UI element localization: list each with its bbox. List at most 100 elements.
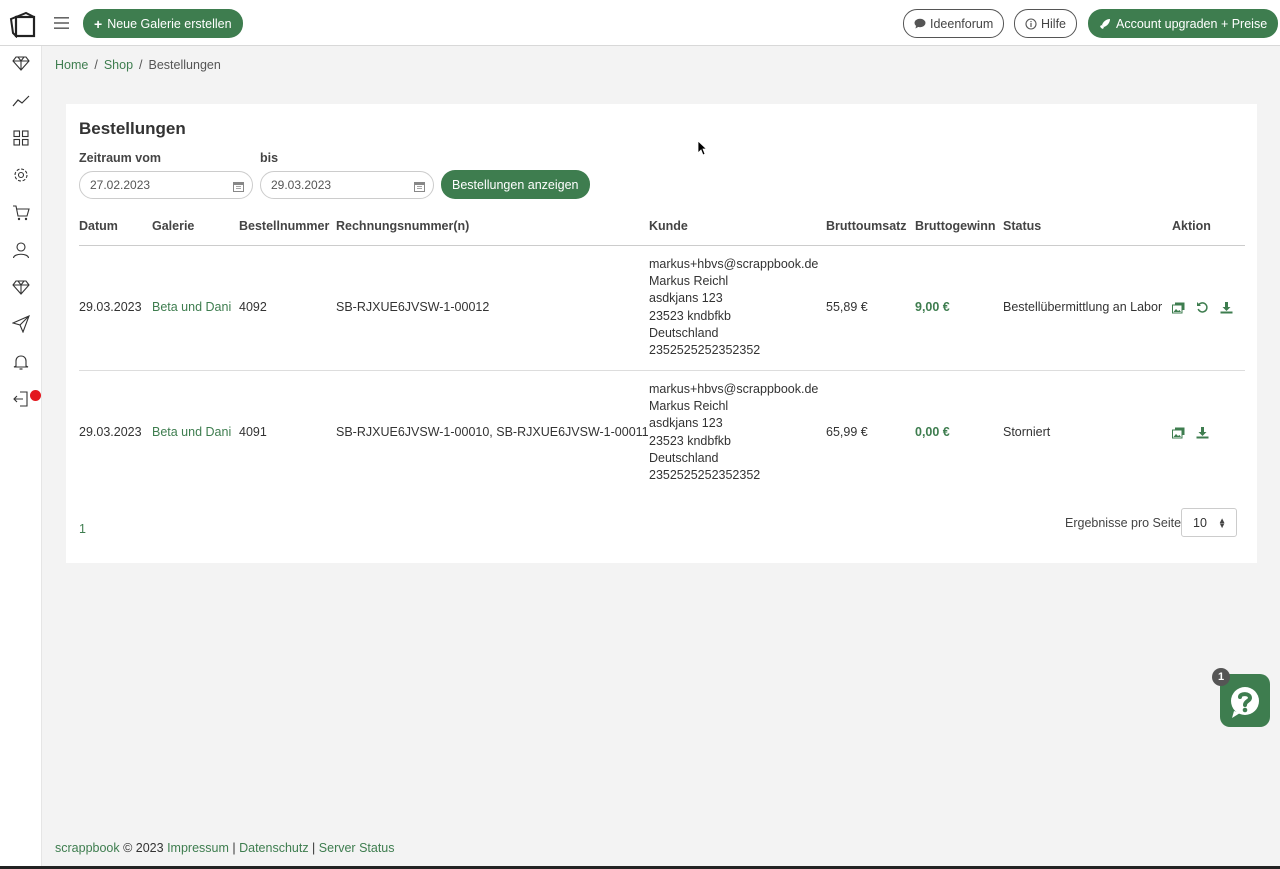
user-icon[interactable] xyxy=(12,241,30,259)
undo-icon[interactable] xyxy=(1196,301,1209,314)
show-orders-button[interactable]: Bestellungen anzeigen xyxy=(441,170,590,199)
gross-revenue: 55,89 € xyxy=(826,245,915,371)
comment-icon xyxy=(914,18,926,29)
diamond-icon[interactable] xyxy=(12,54,30,72)
grid-icon[interactable] xyxy=(12,129,30,147)
invoice-numbers: SB-RJXUE6JVSW-1-00012 xyxy=(336,245,649,371)
customer-email: markus+hbvs@scrappbook.de xyxy=(649,256,819,271)
table-row: 29.03.2023 Beta und Dani 4091 SB-RJXUE6J… xyxy=(79,370,1245,495)
customer-info: markus+hbvs@scrappbook.de Markus Reichl … xyxy=(649,245,826,371)
table-row: 29.03.2023 Beta und Dani 4092 SB-RJXUE6J… xyxy=(79,245,1245,371)
mouse-cursor-icon xyxy=(697,140,707,156)
customer-country: Deutschland xyxy=(649,325,719,340)
col-gallery: Galerie xyxy=(152,208,239,246)
order-date: 29.03.2023 xyxy=(79,245,152,371)
customer-name: Markus Reichl xyxy=(649,399,729,414)
download-icon[interactable] xyxy=(1220,301,1233,314)
per-page-label: Ergebnisse pro Seite xyxy=(1065,516,1182,530)
send-icon[interactable] xyxy=(12,315,30,333)
breadcrumb-current: Bestellungen xyxy=(148,58,221,72)
breadcrumb: Home / Shop / Bestellungen xyxy=(55,58,221,72)
plus-icon: + xyxy=(94,15,103,32)
customer-city: 23523 kndbfkb xyxy=(649,433,732,448)
col-action: Aktion xyxy=(1172,208,1245,246)
col-gross-revenue: Bruttoumsatz xyxy=(826,208,915,246)
notification-dot xyxy=(30,390,41,401)
col-invoice-numbers: Rechnungsnummer(n) xyxy=(336,208,649,246)
breadcrumb-shop[interactable]: Shop xyxy=(104,58,133,72)
gear-icon[interactable] xyxy=(12,166,30,184)
action-cell xyxy=(1172,245,1245,371)
download-icon[interactable] xyxy=(1196,426,1209,439)
customer-city: 23523 kndbfkb xyxy=(649,308,732,323)
order-number: 4091 xyxy=(239,425,267,440)
to-label: bis xyxy=(260,151,279,165)
order-date: 29.03.2023 xyxy=(79,425,142,440)
server-status-link[interactable]: Server Status xyxy=(319,841,395,855)
col-order-number: Bestellnummer xyxy=(239,208,336,246)
footer-copyright: © 2023 xyxy=(119,841,168,855)
customer-phone: 2352525252352352 xyxy=(649,468,761,483)
help-label: Hilfe xyxy=(1041,16,1067,31)
date-to-input[interactable] xyxy=(260,171,434,199)
calendar-icon[interactable] xyxy=(233,181,244,192)
rocket-icon xyxy=(1100,18,1110,29)
new-gallery-button[interactable]: + Neue Galerie erstellen xyxy=(83,9,243,38)
privacy-link[interactable]: Datenschutz xyxy=(239,841,308,855)
gallery-link[interactable]: Beta und Dani xyxy=(152,300,231,314)
upgrade-label: Account upgraden + Preise xyxy=(1116,16,1268,31)
breadcrumb-home[interactable]: Home xyxy=(55,58,88,72)
footer-brand-link[interactable]: scrappbook xyxy=(55,841,120,855)
customer-street: asdkjans 123 xyxy=(649,291,723,306)
info-icon xyxy=(1025,17,1037,30)
customer-info: markus+hbvs@scrappbook.de Markus Reichl … xyxy=(649,370,826,495)
customer-name: Markus Reichl xyxy=(649,273,729,288)
action-cell xyxy=(1172,370,1245,495)
diamond-icon[interactable] xyxy=(12,278,30,296)
page-title: Bestellungen xyxy=(79,119,186,138)
cart-icon[interactable] xyxy=(12,204,30,222)
chart-line-icon[interactable] xyxy=(12,92,30,110)
col-date: Datum xyxy=(79,208,152,246)
table-header-row: Datum Galerie Bestellnummer Rechnungsnum… xyxy=(79,208,1245,246)
per-page-select[interactable]: 10 ▲ ▼ xyxy=(1181,508,1237,537)
select-arrows-icon: ▲ ▼ xyxy=(1218,516,1226,530)
calendar-icon[interactable] xyxy=(414,181,425,192)
impressum-link[interactable]: Impressum xyxy=(167,841,229,855)
customer-email: markus+hbvs@scrappbook.de xyxy=(649,381,819,396)
col-status: Status xyxy=(1003,208,1172,246)
ideas-forum-label: Ideenforum xyxy=(930,16,994,31)
logout-icon[interactable] xyxy=(12,390,30,408)
top-bar: + Neue Galerie erstellen Ideenforum Hilf… xyxy=(0,0,1280,46)
order-number: 4092 xyxy=(239,245,336,371)
per-page-value: 10 xyxy=(1193,515,1207,530)
help-button[interactable]: Hilfe xyxy=(1014,9,1078,38)
pagination-page-1[interactable]: 1 xyxy=(79,522,86,536)
customer-street: asdkjans 123 xyxy=(649,416,723,431)
gross-profit: 0,00 € xyxy=(915,425,950,440)
footer: scrappbook © 2023 Impressum | Datenschut… xyxy=(55,841,395,855)
orders-table: Datum Galerie Bestellnummer Rechnungsnum… xyxy=(79,208,1245,495)
orders-card: Bestellungen Zeitraum vom bis Bestellung… xyxy=(66,104,1257,563)
gross-profit: 9,00 € xyxy=(915,245,1003,371)
bell-icon[interactable] xyxy=(12,353,30,371)
gallery-link[interactable]: Beta und Dani xyxy=(152,425,231,439)
customer-phone: 2352525252352352 xyxy=(649,343,761,358)
order-status: Bestellübermittlung an Labor xyxy=(1003,245,1172,371)
col-customer: Kunde xyxy=(649,208,826,246)
help-widget-badge: 1 xyxy=(1212,668,1230,686)
ideas-forum-button[interactable]: Ideenforum xyxy=(903,9,1005,38)
scrappbook-logo-icon[interactable] xyxy=(8,10,36,38)
date-from-input[interactable] xyxy=(79,171,253,199)
menu-icon[interactable] xyxy=(52,14,72,32)
sidebar xyxy=(0,46,42,869)
upgrade-account-button[interactable]: Account upgraden + Preise xyxy=(1088,9,1279,38)
gross-revenue: 65,99 € xyxy=(826,425,868,440)
new-gallery-label: Neue Galerie erstellen xyxy=(107,16,232,31)
customer-country: Deutschland xyxy=(649,451,719,466)
col-gross-profit: Bruttogewinn xyxy=(915,208,1003,246)
images-icon[interactable] xyxy=(1172,426,1185,439)
order-status: Storniert xyxy=(1003,425,1051,440)
invoice-numbers: SB-RJXUE6JVSW-1-00010, SB-RJXUE6JVSW-1-0… xyxy=(336,425,649,440)
images-icon[interactable] xyxy=(1172,301,1185,314)
